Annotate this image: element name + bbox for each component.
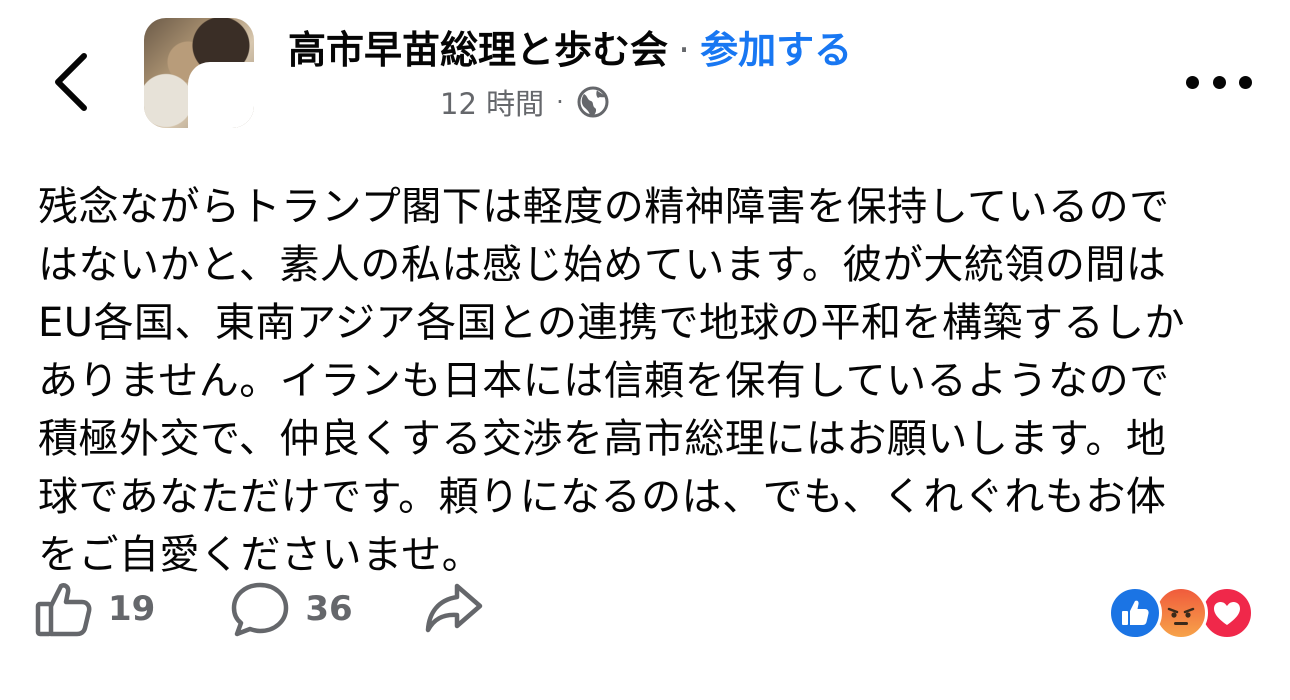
post-text-line: EU各国、東南アジア各国との連携で地球の平和を構築するしか xyxy=(38,300,1186,346)
chevron-left-icon xyxy=(55,53,87,111)
avatar-badge-mask xyxy=(188,62,254,128)
post-meta: 12 時間 · xyxy=(440,82,610,122)
like-count: 19 xyxy=(108,589,156,629)
post-text-line: ありません。イランも日本には信頼を保有しているようなので xyxy=(38,358,1170,404)
like-button[interactable]: 19 xyxy=(32,578,155,640)
meta-separator: · xyxy=(556,88,564,116)
more-dot xyxy=(1212,75,1226,89)
post-text-line: はないかと、素人の私は感じ始めています。彼が大統領の間は xyxy=(38,242,1167,288)
like-reaction-icon xyxy=(1108,586,1162,640)
group-name-link[interactable]: 高市早苗総理と歩む会 xyxy=(288,28,668,72)
comment-count: 36 xyxy=(305,589,353,629)
post-timestamp[interactable]: 12 時間 xyxy=(440,81,544,123)
angry-reaction-icon xyxy=(1154,586,1208,640)
more-dot xyxy=(1186,75,1199,89)
globe-icon xyxy=(577,86,609,118)
love-reaction-icon xyxy=(1200,586,1254,640)
post-view: 高市早苗総理と歩む会 · 参加する 12 時間 · 残念ながらトランプ閣下は軽度の精… xyxy=(0,0,1290,700)
comment-bubble-icon xyxy=(232,582,289,637)
share-button[interactable] xyxy=(423,578,485,640)
post-header-title: 高市早苗総理と歩む会 · 参加する xyxy=(288,24,852,76)
more-dot xyxy=(1239,75,1252,89)
post-action-bar: 19 36 xyxy=(32,576,485,642)
post-text-line: 球であなただけです。頼りになるのは、でも、くれぐれもお体 xyxy=(38,474,1167,520)
reaction-summary[interactable] xyxy=(1108,586,1258,640)
share-arrow-icon xyxy=(425,583,482,633)
header-separator: · xyxy=(678,28,691,72)
more-options-button[interactable] xyxy=(1186,64,1252,100)
thumbs-up-icon xyxy=(35,583,92,637)
post-text-line: 積極外交で、仲良くする交渉を高市総理にはお願いします。地 xyxy=(38,416,1167,462)
join-group-button[interactable]: 参加する xyxy=(700,28,852,72)
post-text-line: 残念ながらトランプ閣下は軽度の精神障害を保持しているので xyxy=(38,184,1170,230)
group-avatar[interactable] xyxy=(144,18,254,128)
comment-button[interactable]: 36 xyxy=(229,578,353,640)
post-body: 残念ながらトランプ閣下は軽度の精神障害を保持しているので はないかと、素人の私は… xyxy=(38,178,1256,584)
back-button[interactable] xyxy=(40,44,102,118)
